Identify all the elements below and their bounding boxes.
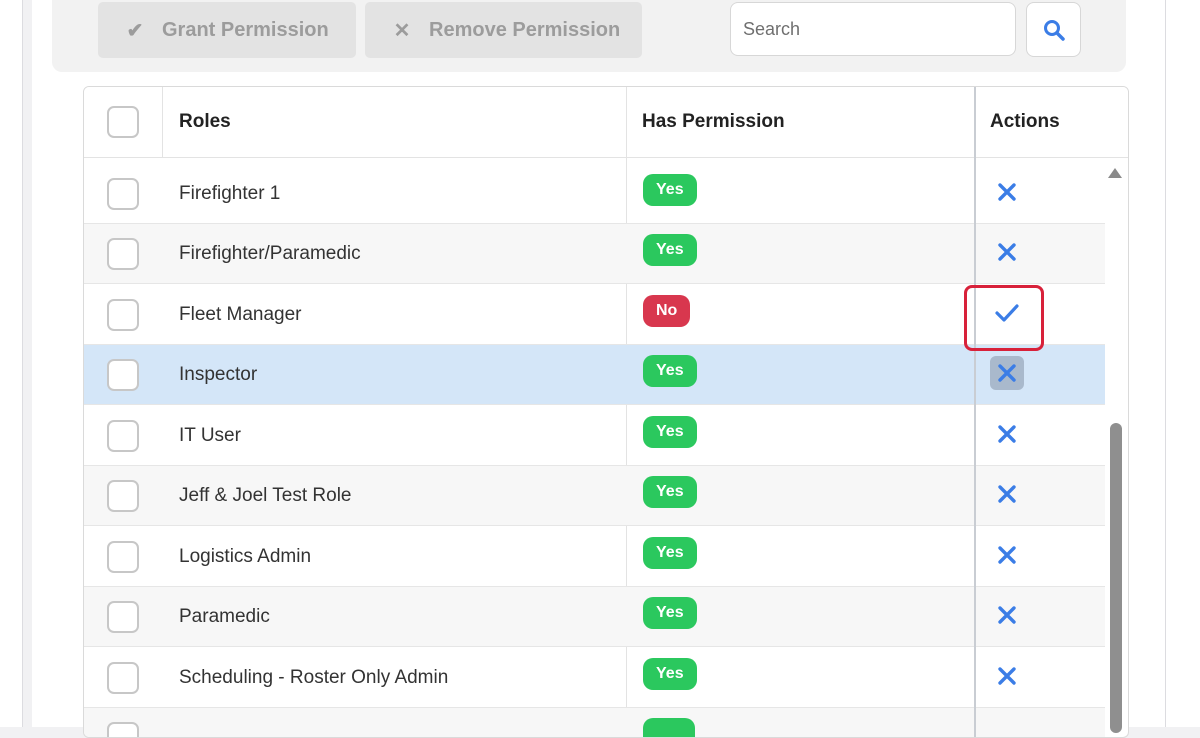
permission-badge: Yes	[643, 416, 697, 448]
table-row[interactable]: IT User Yes	[84, 406, 1105, 466]
table-row[interactable]: Scheduling - Roster Only Admin Yes	[84, 648, 1105, 708]
role-name: Firefighter/Paramedic	[179, 243, 361, 264]
roles-table: Roles Has Permission Actions Firefighter…	[83, 86, 1129, 738]
annotation-highlight-box	[964, 285, 1044, 351]
permission-badge: No	[643, 295, 691, 327]
remove-icon	[998, 606, 1016, 624]
role-name: IT User	[179, 425, 241, 446]
has-permission-column-header[interactable]: Has Permission	[642, 87, 785, 157]
row-checkbox[interactable]	[107, 662, 139, 694]
table-row[interactable]: Logistics Admin Yes	[84, 527, 1105, 587]
remove-icon	[998, 667, 1016, 685]
permission-badge: Yes	[643, 234, 697, 266]
search-button[interactable]	[1026, 2, 1081, 57]
permission-badge: Yes	[643, 597, 697, 629]
right-gutter	[1165, 0, 1200, 727]
table-row-partial[interactable]	[84, 708, 1105, 737]
remove-permission-button[interactable]: ✕ Remove Permission	[365, 2, 642, 58]
toolbar: ✔ Grant Permission ✕ Remove Permission	[52, 0, 1126, 72]
table-row[interactable]: Jeff & Joel Test Role Yes	[84, 466, 1105, 526]
role-name: Inspector	[179, 364, 258, 385]
permission-badge: Yes	[643, 174, 697, 206]
row-checkbox[interactable]	[107, 178, 139, 210]
row-checkbox[interactable]	[107, 359, 139, 391]
table-row[interactable]: Firefighter/Paramedic Yes	[84, 224, 1105, 284]
remove-permission-action[interactable]	[990, 235, 1024, 269]
role-name: Jeff & Joel Test Role	[179, 485, 352, 506]
check-icon: ✔	[126, 19, 144, 42]
permission-badge: Yes	[643, 476, 697, 508]
row-checkbox[interactable]	[107, 722, 139, 737]
row-checkbox[interactable]	[107, 238, 139, 270]
row-checkbox[interactable]	[107, 541, 139, 573]
actions-column-divider	[974, 87, 976, 737]
row-checkbox[interactable]	[107, 420, 139, 452]
remove-icon	[998, 485, 1016, 503]
remove-permission-action[interactable]	[990, 598, 1024, 632]
remove-icon	[998, 425, 1016, 443]
header-divider	[162, 87, 163, 157]
roles-column-header[interactable]: Roles	[179, 87, 231, 157]
actions-column-header: Actions	[990, 111, 1060, 132]
role-name: Paramedic	[179, 606, 270, 627]
row-checkbox[interactable]	[107, 299, 139, 331]
row-checkbox[interactable]	[107, 601, 139, 633]
grant-permission-button[interactable]: ✔ Grant Permission	[98, 2, 356, 58]
table-row[interactable]: Fleet Manager No	[84, 285, 1105, 345]
header-divider	[626, 87, 627, 157]
permission-badge: Yes	[643, 355, 697, 387]
search-input[interactable]	[730, 2, 1016, 56]
left-gutter	[0, 0, 23, 727]
remove-permission-label: Remove Permission	[429, 18, 621, 41]
role-name: Logistics Admin	[179, 546, 312, 567]
search-icon	[1043, 19, 1065, 41]
remove-permission-action[interactable]	[990, 538, 1024, 572]
table-row[interactable]: Firefighter 1 Yes	[84, 164, 1105, 224]
vertical-scrollbar-thumb[interactable]	[1110, 423, 1122, 733]
permission-badge	[643, 718, 695, 737]
remove-icon	[998, 183, 1016, 201]
remove-permission-action[interactable]	[990, 175, 1024, 209]
remove-permission-action[interactable]	[990, 477, 1024, 511]
remove-permission-action[interactable]	[990, 417, 1024, 451]
role-name: Firefighter 1	[179, 183, 281, 204]
grant-permission-label: Grant Permission	[162, 18, 329, 41]
permission-badge: Yes	[643, 658, 697, 690]
scroll-up-arrow-icon[interactable]	[1108, 168, 1122, 178]
table-row-selected[interactable]: Inspector Yes	[84, 345, 1105, 405]
remove-icon	[998, 243, 1016, 261]
remove-permission-action[interactable]	[990, 356, 1024, 390]
role-name: Fleet Manager	[179, 304, 302, 325]
close-icon: ✕	[393, 19, 411, 42]
remove-icon	[998, 364, 1016, 382]
row-checkbox[interactable]	[107, 480, 139, 512]
remove-permission-action[interactable]	[990, 659, 1024, 693]
table-header: Roles Has Permission Actions	[84, 87, 1128, 158]
role-name: Scheduling - Roster Only Admin	[179, 667, 449, 688]
table-row[interactable]: Paramedic Yes	[84, 587, 1105, 647]
permission-badge: Yes	[643, 537, 697, 569]
remove-icon	[998, 546, 1016, 564]
select-all-checkbox[interactable]	[107, 106, 139, 138]
